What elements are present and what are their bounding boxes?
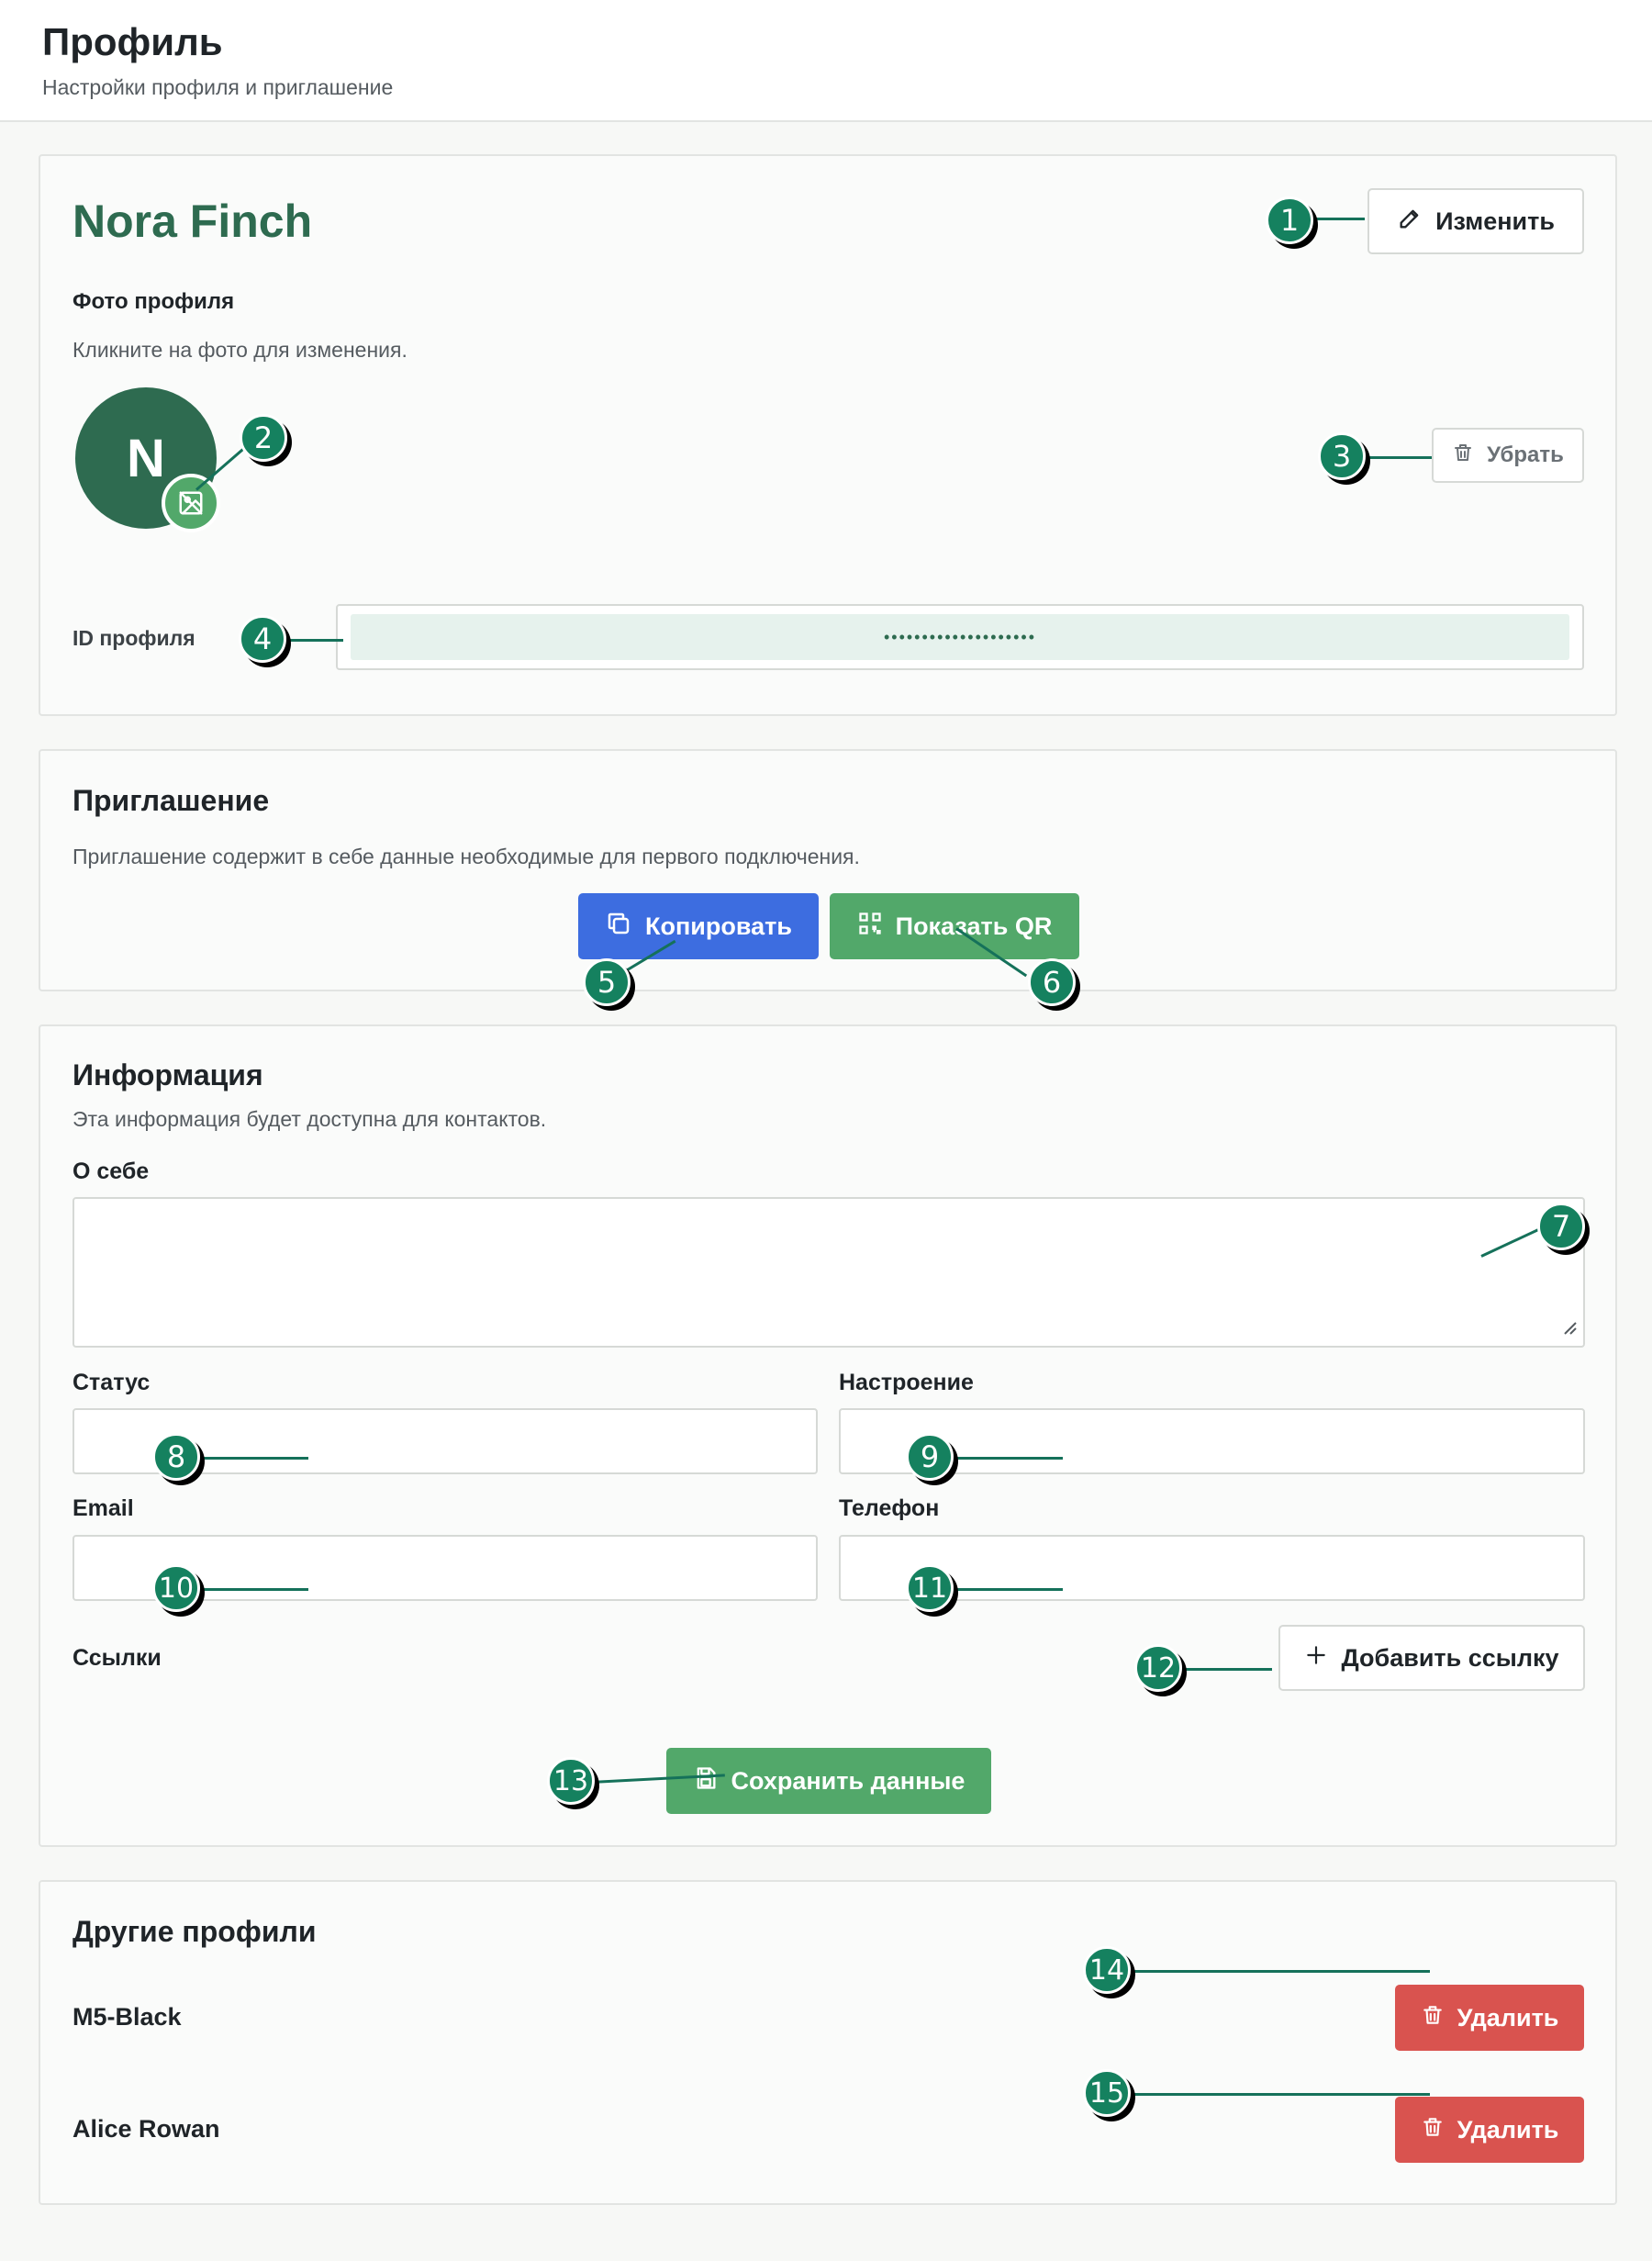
other-profile-name: Alice Rowan [73,2115,220,2143]
remove-photo-label: Убрать [1487,442,1564,467]
copy-invite-button[interactable]: Копировать [578,893,819,959]
trash-icon [1421,2003,1445,2033]
profile-id-label: ID профиля [73,626,195,650]
delete-profile-label: Удалить [1457,2115,1559,2143]
copy-invite-label: Копировать [645,912,792,940]
profile-id-field[interactable]: •••••••••••••••••••• [336,604,1584,670]
remove-photo-button[interactable]: Убрать [1432,428,1584,483]
other-profile-name: M5-Black [73,2003,182,2031]
pencil-icon [1397,206,1423,238]
other-profiles-card: Другие профили M5-Black Удалить Alice Ro… [39,1880,1617,2205]
annotation-marker-8: 8 [152,1433,200,1481]
edit-profile-button[interactable]: Изменить [1367,188,1584,254]
annotation-marker-6: 6 [1028,958,1076,1006]
delete-profile-button[interactable]: Удалить [1395,2097,1584,2163]
page-subtitle: Настройки профиля и приглашение [42,75,394,99]
links-label: Ссылки [73,1645,162,1671]
about-label: О себе [73,1158,150,1184]
annotation-marker-14: 14 [1083,1946,1131,1994]
profile-id-value: •••••••••••••••••••• [351,614,1569,660]
annotation-marker-11: 11 [906,1564,954,1612]
info-description: Эта информация будет доступна для контак… [73,1107,547,1131]
save-data-label: Сохранить данные [731,1766,966,1795]
annotation-marker-12: 12 [1134,1644,1182,1692]
status-label: Статус [73,1370,151,1395]
marker-leader-line [947,1457,1063,1460]
annotation-marker-13: 13 [547,1757,595,1805]
page-header: Профиль Настройки профиля и приглашение [0,0,1652,122]
trash-icon [1452,442,1474,470]
marker-leader-line [1131,2093,1430,2096]
phone-label: Телефон [839,1495,940,1521]
annotation-marker-15: 15 [1083,2069,1131,2117]
delete-profile-button[interactable]: Удалить [1395,1985,1584,2051]
avatar-initial: N [127,428,165,488]
annotation-marker-10: 10 [152,1564,200,1612]
save-icon [693,1765,719,1797]
annotation-marker-5: 5 [583,958,631,1006]
profile-name: Nora Finch [73,196,313,247]
page-title: Профиль [42,20,223,63]
show-qr-label: Показать QR [895,912,1053,940]
marker-leader-line [191,1457,308,1460]
marker-leader-line [947,1588,1063,1591]
qr-code-icon [857,911,883,943]
info-card: Информация Эта информация будет доступна… [39,1024,1617,1847]
delete-profile-label: Удалить [1457,2003,1559,2032]
save-data-button[interactable]: Сохранить данные [666,1748,991,1814]
about-textarea[interactable] [73,1197,1585,1348]
annotation-marker-3: 3 [1318,432,1366,480]
edit-profile-label: Изменить [1435,207,1555,235]
change-photo-icon[interactable] [162,474,220,532]
photo-title: Фото профиля [73,289,235,314]
add-link-button[interactable]: Добавить ссылку [1278,1625,1585,1691]
trash-icon [1421,2115,1445,2145]
invite-description: Приглашение содержит в себе данные необх… [73,845,860,868]
mood-label: Настроение [839,1370,974,1395]
show-qr-button[interactable]: Показать QR [830,893,1079,959]
marker-leader-line [1182,1668,1272,1671]
email-label: Email [73,1495,134,1521]
invite-card: Приглашение Приглашение содержит в себе … [39,749,1617,991]
copy-icon [605,910,632,944]
resize-handle-icon[interactable] [1559,1317,1578,1340]
marker-leader-line [191,1588,308,1591]
invite-title: Приглашение [73,784,270,817]
annotation-marker-1: 1 [1266,196,1313,244]
other-profiles-title: Другие профили [73,1915,317,1948]
annotation-marker-2: 2 [240,414,287,462]
add-link-label: Добавить ссылку [1341,1643,1559,1672]
info-title: Информация [73,1058,263,1091]
photo-hint: Кликните на фото для изменения. [73,338,407,362]
annotation-marker-7: 7 [1537,1203,1585,1250]
annotation-marker-9: 9 [906,1433,954,1481]
plus-icon [1304,1643,1328,1673]
annotation-marker-4: 4 [239,615,286,663]
marker-leader-line [1131,1970,1430,1973]
